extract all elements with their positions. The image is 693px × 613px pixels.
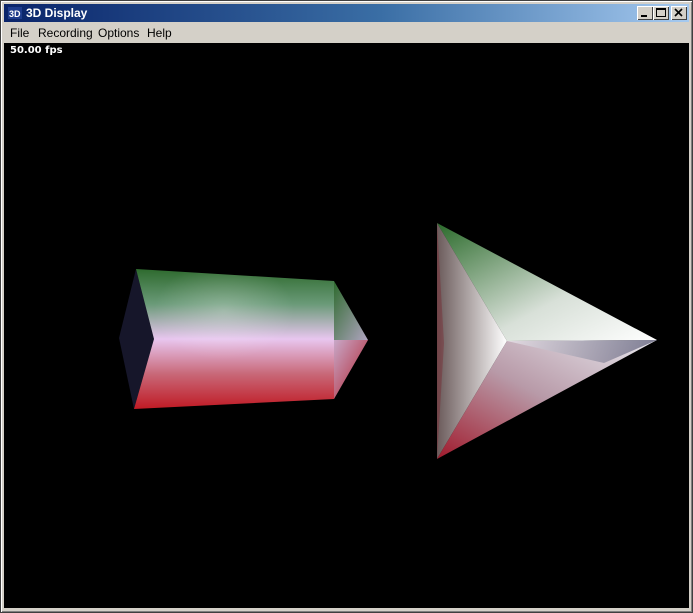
prism-right-upper — [334, 281, 368, 340]
maximize-button[interactable] — [653, 6, 669, 20]
maximize-icon — [656, 8, 666, 17]
app-window: 3D 3D Display File Recording Options Hel… — [0, 0, 693, 613]
window-title: 3D Display — [26, 6, 88, 20]
close-button[interactable] — [671, 6, 687, 20]
minimize-icon — [641, 15, 647, 17]
pyramid — [437, 223, 657, 459]
hexagonal-prism — [119, 269, 368, 409]
menu-bar: File Recording Options Help — [4, 23, 689, 42]
3d-viewport[interactable]: 50.00 fps — [4, 43, 689, 608]
menu-recording[interactable]: Recording — [38, 26, 93, 40]
3d-scene — [119, 223, 657, 459]
minimize-button[interactable] — [637, 6, 653, 20]
close-icon — [674, 8, 683, 17]
menu-file[interactable]: File — [10, 26, 29, 40]
svg-text:3D: 3D — [9, 9, 21, 19]
menu-options[interactable]: Options — [98, 26, 139, 40]
menu-help[interactable]: Help — [147, 26, 172, 40]
3d-app-icon: 3D — [8, 7, 22, 19]
prism-right-lower — [334, 340, 368, 399]
title-bar[interactable]: 3D 3D Display — [4, 4, 689, 22]
